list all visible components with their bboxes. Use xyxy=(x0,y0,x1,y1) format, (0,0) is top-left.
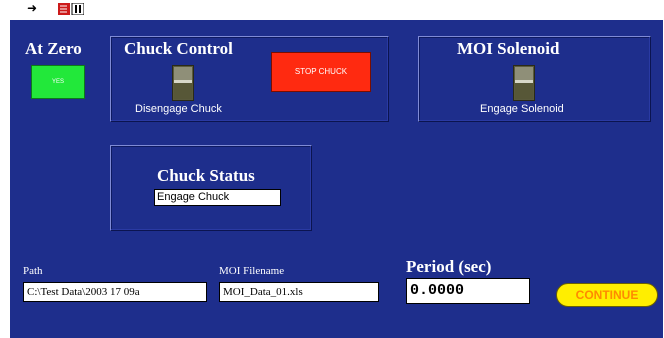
chuck-status-box xyxy=(110,145,312,231)
solenoid-toggle-switch[interactable] xyxy=(513,65,535,101)
solenoid-switch-label: Engage Solenoid xyxy=(480,103,564,115)
run-continuously-icon[interactable] xyxy=(58,3,84,15)
path-field[interactable]: C:\Test Data\2003 17 09a xyxy=(23,282,207,302)
toolbar: ➜ xyxy=(0,0,664,20)
chuck-status-indicator: Engage Chuck xyxy=(154,189,281,206)
moi-filename-field[interactable]: MOI_Data_01.xls xyxy=(219,282,379,302)
continue-button[interactable]: CONTINUE xyxy=(556,283,658,307)
chuck-toggle-switch[interactable] xyxy=(172,65,194,101)
at-zero-title: At Zero xyxy=(25,39,82,58)
moi-filename-label: MOI Filename xyxy=(219,265,285,277)
moi-solenoid-title: MOI Solenoid xyxy=(457,39,560,58)
front-panel: At Zero YES Chuck Control Disengage Chuc… xyxy=(10,20,663,338)
run-arrow-icon[interactable]: ➜ xyxy=(27,1,37,15)
chuck-status-title: Chuck Status xyxy=(157,166,255,185)
path-label: Path xyxy=(23,265,43,277)
chuck-control-title: Chuck Control xyxy=(124,39,233,58)
period-label: Period (sec) xyxy=(406,257,492,276)
at-zero-led: YES xyxy=(31,65,85,99)
period-field[interactable]: 0.0000 xyxy=(406,278,530,304)
chuck-switch-label: Disengage Chuck xyxy=(135,103,222,115)
stop-chuck-button[interactable]: STOP CHUCK xyxy=(271,52,371,92)
